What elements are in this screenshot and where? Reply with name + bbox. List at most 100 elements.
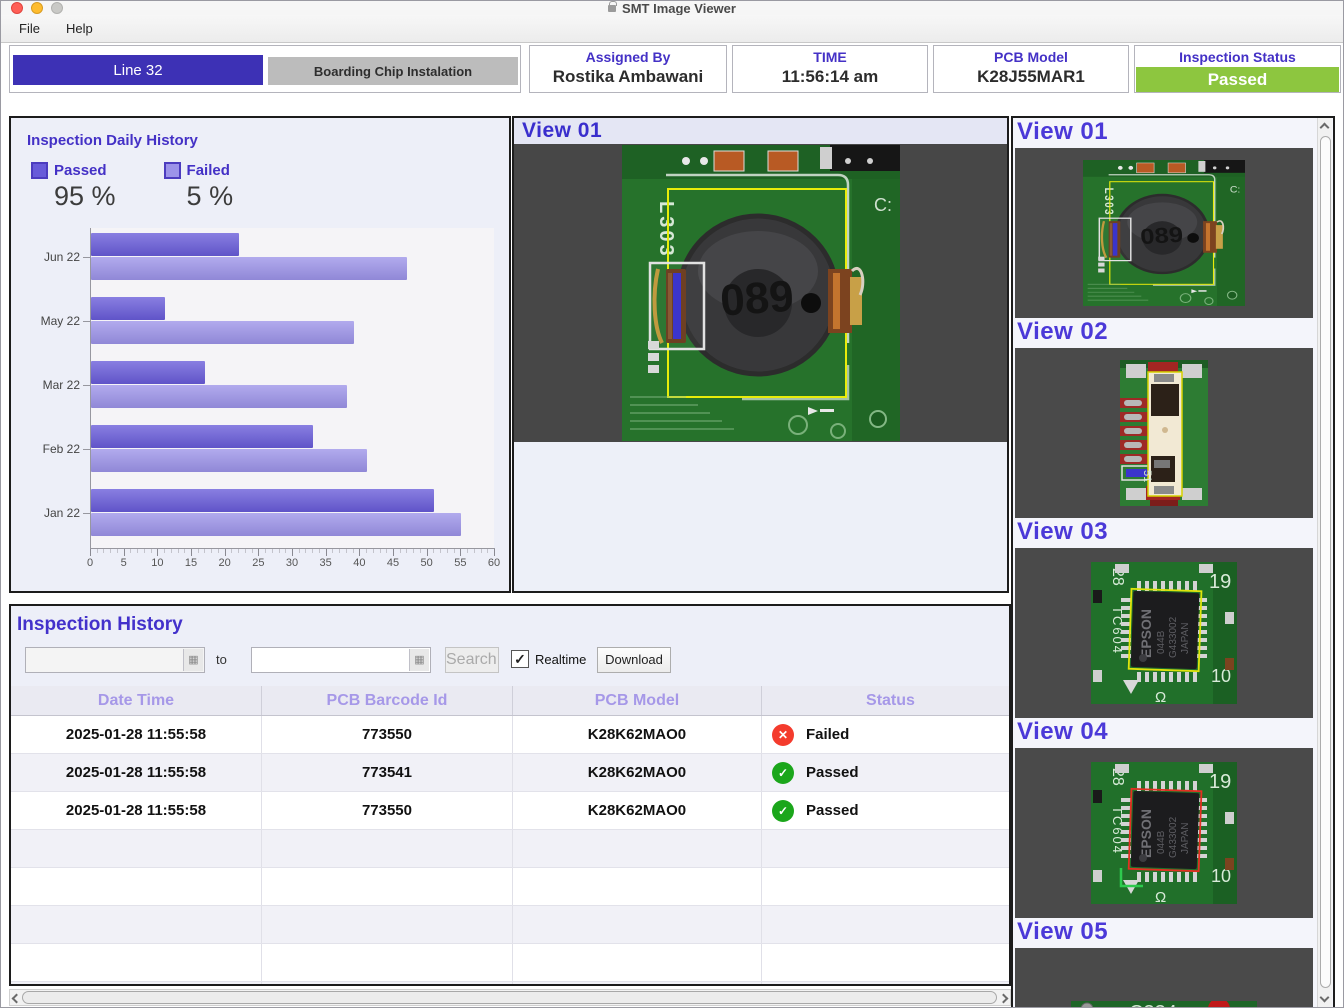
- history-table-body: 2025-01-28 11:55:58773550K28K62MAO0✕Fail…: [11, 716, 1009, 986]
- chart-x-tick: [460, 549, 461, 556]
- chart-x-tick-label: 0: [87, 557, 93, 569]
- assigned-by-box: Assigned By Rostika Ambawani: [529, 45, 727, 93]
- status-text: Failed: [806, 726, 849, 743]
- chart-category-label: Feb 22: [43, 442, 80, 456]
- table-row[interactable]: 2025-01-28 11:55:58773550K28K62MAO0✓Pass…: [11, 792, 1009, 830]
- pcb-photo-chip-red: 28 TC604 19 10 EPSON 044B G433002 JAPAN …: [1091, 762, 1237, 904]
- chart-x-tick-label: 30: [286, 557, 298, 569]
- svg-text:G433002: G433002: [1168, 816, 1179, 858]
- table-row[interactable]: 2025-01-28 11:55:58773550K28K62MAO0✕Fail…: [11, 716, 1009, 754]
- chart-x-tick: [346, 549, 347, 553]
- scroll-right-icon[interactable]: [999, 994, 1009, 1004]
- cell-model: K28K62MAO0: [513, 716, 762, 753]
- svg-text:JAPAN: JAPAN: [1180, 823, 1191, 855]
- chart-x-tick: [393, 549, 394, 556]
- chart-x-tick: [211, 549, 212, 553]
- view-thumbnail-1[interactable]: C: L303 089: [1015, 148, 1313, 318]
- chart-x-tick: [292, 549, 293, 556]
- table-row[interactable]: [11, 944, 1009, 982]
- scroll-up-icon[interactable]: [1320, 123, 1330, 133]
- chart-x-tick: [420, 549, 421, 553]
- main-view-header: View 01: [514, 118, 1007, 144]
- chart-x-tick: [366, 549, 367, 553]
- view-label-1: View 01: [1015, 118, 1313, 148]
- legend-pct-failed: 5 %: [187, 181, 234, 212]
- chart-x-tick: [272, 549, 273, 553]
- passed-check-icon: ✓: [772, 800, 794, 822]
- chart-category-tick: [83, 321, 90, 322]
- view-label-2: View 02: [1015, 318, 1313, 348]
- chart-x-tick-label: 25: [252, 557, 264, 569]
- chart-x-tick: [312, 549, 313, 553]
- calendar-icon[interactable]: ▦: [183, 649, 203, 671]
- chart-x-tick: [103, 549, 104, 553]
- cell-date-time: 2025-01-28 11:55:58: [11, 754, 262, 791]
- cell-status: ✕Failed: [762, 716, 1009, 753]
- cell-status: [762, 944, 1009, 981]
- chart-x-tick: [339, 549, 340, 553]
- svg-text:044B: 044B: [1156, 830, 1167, 854]
- station-button[interactable]: Boarding Chip Instalation: [268, 57, 518, 85]
- legend-label-failed: Failed: [187, 162, 234, 179]
- chart-x-tick: [427, 549, 428, 556]
- app-window: SMT Image Viewer File Help Line 32 Board…: [0, 0, 1344, 1008]
- date-from-input[interactable]: ▦: [25, 647, 205, 673]
- chart-x-tick: [400, 549, 401, 553]
- inspection-status-label: Inspection Status: [1135, 49, 1340, 65]
- chart-x-tick: [171, 549, 172, 553]
- view-thumbnail-5[interactable]: C334: [1015, 948, 1313, 1008]
- history-table: Date Time PCB Barcode Id PCB Model Statu…: [11, 686, 1009, 986]
- main-view-panel: View 01 C: L303 089: [512, 116, 1009, 593]
- status-text: Passed: [806, 764, 859, 781]
- window-title: SMT Image Viewer: [622, 1, 736, 16]
- scroll-left-icon[interactable]: [12, 994, 22, 1004]
- svg-text:51: 51: [1141, 470, 1153, 482]
- chart-x-tick: [198, 549, 199, 553]
- download-button[interactable]: Download: [597, 647, 671, 673]
- cell-status: ✓Passed: [762, 792, 1009, 829]
- view-thumbnail-3[interactable]: 28 TC604 19 10 EPSON 044B G433002 JAPAN …: [1015, 548, 1313, 718]
- chart-x-tick-label: 45: [387, 557, 399, 569]
- svg-text:L303: L303: [655, 201, 677, 259]
- chart-bar-failed-Jan22: [91, 513, 461, 536]
- scroll-down-icon[interactable]: [1320, 993, 1330, 1003]
- svg-text:C334: C334: [1129, 1002, 1177, 1008]
- svg-text:EPSON: EPSON: [1138, 609, 1154, 658]
- menu-file[interactable]: File: [19, 21, 40, 36]
- cell-status: [762, 868, 1009, 905]
- cell-status: [762, 906, 1009, 943]
- menu-help[interactable]: Help: [66, 21, 93, 36]
- line-button[interactable]: Line 32: [13, 55, 263, 85]
- chart-category-label: May 22: [41, 314, 80, 328]
- calendar-icon[interactable]: ▦: [409, 649, 429, 671]
- table-row[interactable]: [11, 830, 1009, 868]
- assigned-by-label: Assigned By: [530, 49, 726, 65]
- horizontal-scrollbar[interactable]: [9, 989, 1011, 1006]
- inspection-status-box: Inspection Status Passed: [1134, 45, 1341, 93]
- chart-x-tick-label: 40: [353, 557, 365, 569]
- svg-text:19: 19: [1209, 771, 1231, 793]
- date-to-input[interactable]: ▦: [251, 647, 431, 673]
- main-view-image-area[interactable]: C: L303 089: [514, 144, 1007, 442]
- sidebar-scrollbar[interactable]: [1317, 118, 1332, 1007]
- table-row[interactable]: [11, 868, 1009, 906]
- inspection-history-title: Inspection History: [17, 614, 183, 636]
- search-button[interactable]: Search: [445, 647, 499, 673]
- legend-swatch-passed: [31, 162, 48, 179]
- sidebar-scrollbar-thumb[interactable]: [1320, 136, 1331, 988]
- chart-x-tick: [386, 549, 387, 553]
- svg-text:EPSON: EPSON: [1138, 809, 1154, 858]
- view-thumbnail-4[interactable]: 28 TC604 19 10 EPSON 044B G433002 JAPAN …: [1015, 748, 1313, 918]
- table-row[interactable]: 2025-01-28 11:55:58773541K28K62MAO0✓Pass…: [11, 754, 1009, 792]
- realtime-label: Realtime: [535, 652, 586, 667]
- horizontal-scrollbar-thumb[interactable]: [22, 991, 997, 1004]
- table-row[interactable]: [11, 906, 1009, 944]
- pcb-model-box: PCB Model K28J55MAR1: [933, 45, 1129, 93]
- cell-model: [513, 944, 762, 981]
- view-thumbnail-2[interactable]: 51: [1015, 348, 1313, 518]
- chart-x-tick: [326, 549, 327, 556]
- chart-x-tick: [245, 549, 246, 553]
- table-row[interactable]: [11, 982, 1009, 986]
- realtime-checkbox[interactable]: ✓: [511, 650, 529, 668]
- cell-model: [513, 830, 762, 867]
